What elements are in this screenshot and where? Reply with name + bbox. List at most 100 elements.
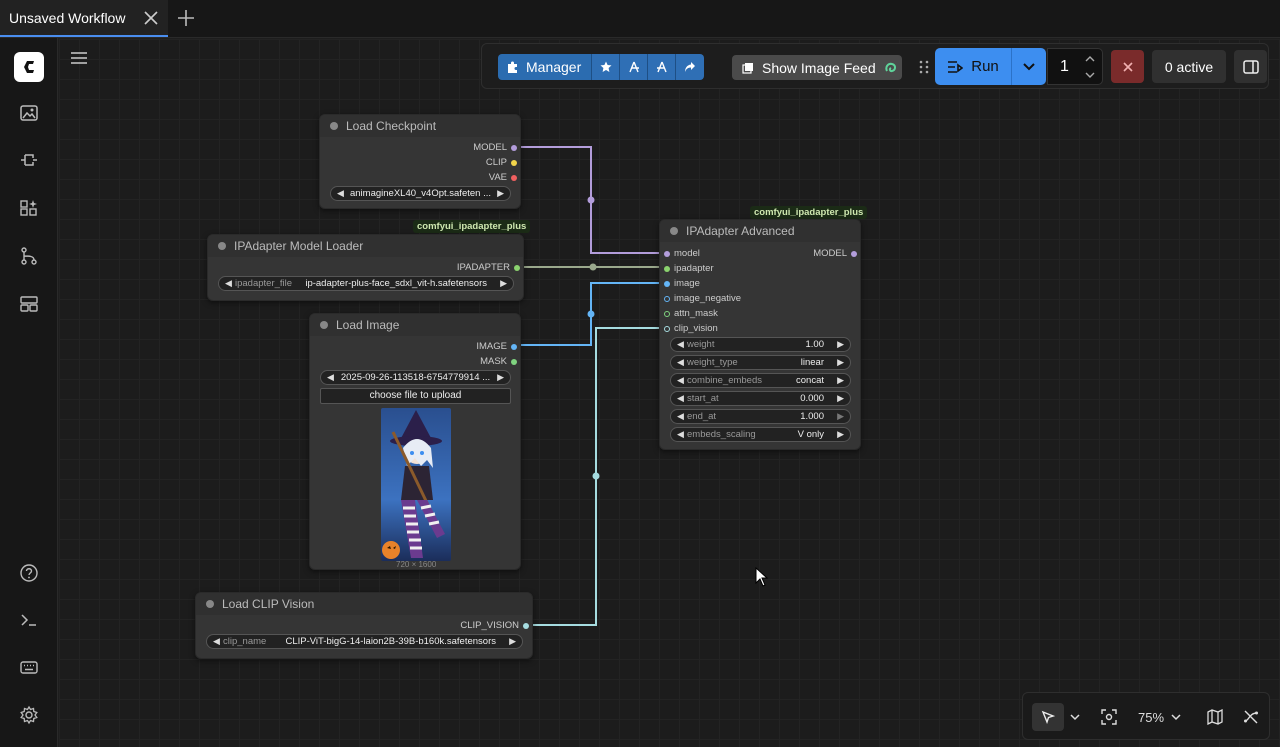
tab-unsaved-workflow[interactable]: Unsaved Workflow xyxy=(0,0,168,37)
output-port-clip[interactable] xyxy=(511,160,517,166)
input-port-model[interactable] xyxy=(664,251,670,257)
chevron-up-icon[interactable] xyxy=(1084,53,1096,65)
node-title: Load Checkpoint xyxy=(346,119,437,133)
interrupt-button[interactable] xyxy=(1111,50,1144,83)
image-file-widget[interactable]: ◀ 2025-09-26-113518-6754779914 ... ▶ xyxy=(320,370,511,385)
favorites-button[interactable] xyxy=(592,54,621,80)
input-port-clip-vision[interactable] xyxy=(664,326,670,332)
run-mode-dropdown[interactable] xyxy=(1012,48,1046,85)
upload-button[interactable]: choose file to upload xyxy=(320,388,511,404)
node-header[interactable]: IPAdapter Model Loader xyxy=(208,235,523,257)
arrow-left-icon[interactable]: ◀ xyxy=(225,278,232,289)
node-load-clip-vision[interactable]: Load CLIP Vision CLIP_VISION ◀ clip_name… xyxy=(195,592,533,659)
collapse-dot[interactable] xyxy=(218,242,226,250)
sidebar-item-settings[interactable] xyxy=(17,703,41,727)
arrow-left-icon[interactable]: ◀ xyxy=(677,411,684,422)
combine-embeds-widget[interactable]: ◀ combine_embeds concat ▶ xyxy=(670,373,851,388)
ckpt-name-widget[interactable]: ◀ animagineXL40_v4Opt.safeten ... ▶ xyxy=(330,186,511,201)
sidebar-item-models[interactable] xyxy=(17,196,41,220)
collapse-dot[interactable] xyxy=(320,321,328,329)
node-header[interactable]: Load Checkpoint xyxy=(320,115,520,137)
weight-type-widget[interactable]: ◀ weight_type linear ▶ xyxy=(670,355,851,370)
comfy-logo[interactable] xyxy=(14,52,44,82)
mode-dropdown[interactable] xyxy=(1066,703,1084,731)
menu-icon[interactable] xyxy=(70,50,88,66)
node-header[interactable]: Load CLIP Vision xyxy=(196,593,532,615)
arrow-left-icon[interactable]: ◀ xyxy=(327,372,334,383)
history-forward-button[interactable] xyxy=(648,54,677,80)
node-ipadapter-advanced[interactable]: IPAdapter Advanced model ipadapter image… xyxy=(659,219,861,450)
arrow-left-icon[interactable]: ◀ xyxy=(677,339,684,350)
arrow-left-icon[interactable]: ◀ xyxy=(213,636,220,647)
toggle-links-button[interactable] xyxy=(1239,703,1263,731)
embeds-scaling-widget[interactable]: ◀ embeds_scaling V only ▶ xyxy=(670,427,851,442)
end-at-widget[interactable]: ◀ end_at 1.000 ▶ xyxy=(670,409,851,424)
sidebar-item-templates[interactable] xyxy=(17,292,41,316)
input-port-image[interactable] xyxy=(664,281,670,287)
show-image-feed-button[interactable]: Show Image Feed xyxy=(732,55,902,80)
close-icon[interactable] xyxy=(142,9,160,27)
arrow-right-icon[interactable]: ▶ xyxy=(837,393,844,404)
collapse-dot[interactable] xyxy=(670,227,678,235)
output-port-model[interactable] xyxy=(511,145,517,151)
arrow-right-icon[interactable]: ▶ xyxy=(497,188,504,199)
arrow-right-icon[interactable]: ▶ xyxy=(837,411,844,422)
arrow-left-icon[interactable]: ◀ xyxy=(677,429,684,440)
sidebar-item-assets[interactable] xyxy=(17,101,41,125)
output-port-clip-vision[interactable] xyxy=(523,623,529,629)
active-queue-button[interactable]: 0 active xyxy=(1152,50,1226,83)
output-port-image[interactable] xyxy=(511,344,517,350)
zoom-dropdown[interactable]: 75% xyxy=(1131,703,1189,731)
input-port-image-negative[interactable] xyxy=(664,296,670,302)
toggle-panel-button[interactable] xyxy=(1234,50,1267,83)
start-at-widget[interactable]: ◀ start_at 0.000 ▶ xyxy=(670,391,851,406)
sidebar-item-help[interactable] xyxy=(17,561,41,585)
run-button[interactable]: Run xyxy=(935,48,1012,85)
node-header[interactable]: IPAdapter Advanced xyxy=(660,220,860,242)
ipadapter-file-widget[interactable]: ◀ ipadapter_file ip-adapter-plus-face_sd… xyxy=(218,276,514,291)
fit-view-button[interactable] xyxy=(1097,703,1121,731)
output-port-vae[interactable] xyxy=(511,175,517,181)
arrow-left-icon[interactable]: ◀ xyxy=(677,393,684,404)
arrow-left-icon[interactable]: ◀ xyxy=(677,375,684,386)
weight-widget[interactable]: ◀ weight 1.00 ▶ xyxy=(670,337,851,352)
node-load-image[interactable]: Load Image IMAGE MASK ◀ 2025-09-26-11351… xyxy=(309,313,521,570)
arrow-right-icon[interactable]: ▶ xyxy=(837,357,844,368)
sidebar-item-workflows[interactable] xyxy=(17,244,41,268)
widget-value: V only xyxy=(797,429,824,440)
output-port-mask[interactable] xyxy=(511,359,517,365)
input-port-attn-mask[interactable] xyxy=(664,311,670,317)
run-label: Run xyxy=(971,58,999,75)
arrow-right-icon[interactable]: ▶ xyxy=(509,636,516,647)
arrow-right-icon[interactable]: ▶ xyxy=(500,278,507,289)
node-load-checkpoint[interactable]: Load Checkpoint MODEL CLIP VAE ◀ animagi… xyxy=(319,114,521,209)
zoom-level: 75% xyxy=(1137,709,1165,725)
arrow-right-icon[interactable]: ▶ xyxy=(837,375,844,386)
arrow-right-icon[interactable]: ▶ xyxy=(497,372,504,383)
batch-count-input[interactable]: 1 xyxy=(1047,48,1103,85)
sidebar-item-keybindings[interactable] xyxy=(17,655,41,679)
clip-name-widget[interactable]: ◀ clip_name CLIP-ViT-bigG-14-laion2B-39B… xyxy=(206,634,523,649)
select-mode-button[interactable] xyxy=(1032,703,1064,731)
output-port-ipadapter[interactable] xyxy=(514,265,520,271)
chevron-down-icon[interactable] xyxy=(1084,69,1096,81)
drag-handle-icon[interactable] xyxy=(918,59,930,75)
arrow-left-icon[interactable]: ◀ xyxy=(337,188,344,199)
collapse-dot[interactable] xyxy=(206,600,214,608)
arrow-left-icon[interactable]: ◀ xyxy=(677,357,684,368)
minimap-button[interactable] xyxy=(1203,703,1227,731)
arrow-right-icon[interactable]: ▶ xyxy=(837,429,844,440)
left-sidebar xyxy=(0,38,58,747)
input-port-ipadapter[interactable] xyxy=(664,266,670,272)
manager-button[interactable]: Manager xyxy=(498,54,593,80)
sidebar-item-nodes[interactable] xyxy=(17,148,41,172)
share-button[interactable] xyxy=(676,54,705,80)
sidebar-item-console[interactable] xyxy=(17,608,41,632)
node-ipadapter-model-loader[interactable]: IPAdapter Model Loader IPADAPTER ◀ ipada… xyxy=(207,234,524,301)
history-back-button[interactable] xyxy=(620,54,649,80)
collapse-dot[interactable] xyxy=(330,122,338,130)
node-header[interactable]: Load Image xyxy=(310,314,520,336)
arrow-right-icon[interactable]: ▶ xyxy=(837,339,844,350)
output-port-model[interactable] xyxy=(851,251,857,257)
plus-icon[interactable] xyxy=(176,8,196,28)
